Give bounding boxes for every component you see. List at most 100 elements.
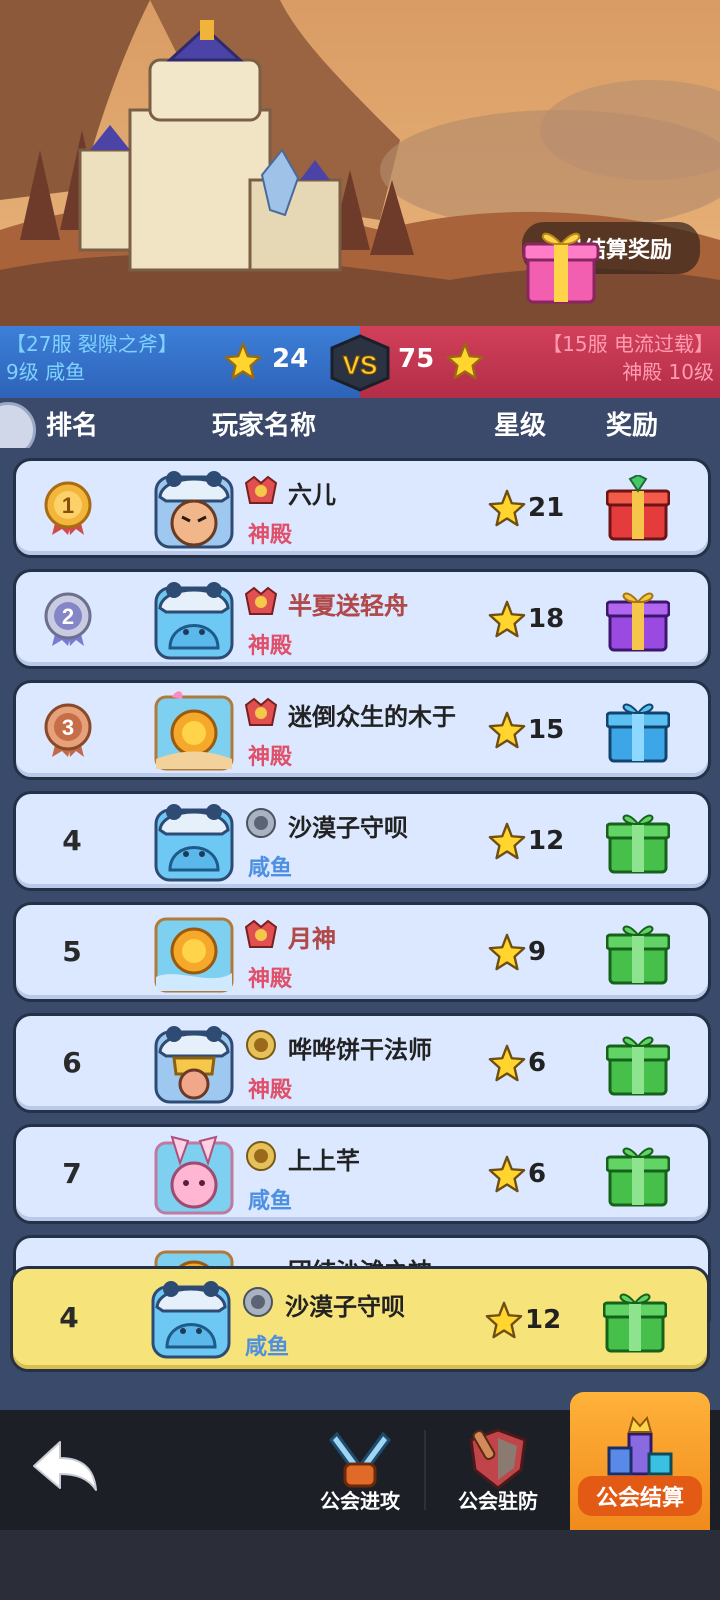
player-title: 神殿 bbox=[248, 967, 293, 992]
player-name: 沙漠子守呗 bbox=[288, 814, 408, 842]
rank-number: 5 bbox=[62, 935, 82, 968]
temple-rank-badge-icon bbox=[244, 697, 278, 726]
guild-settlement-label: 公会结算 bbox=[578, 1476, 702, 1516]
my-avatar bbox=[151, 1281, 231, 1359]
svg-text:3: 3 bbox=[62, 715, 74, 740]
star-count: 18 bbox=[528, 604, 565, 634]
player-avatar bbox=[154, 582, 234, 660]
guild-defense-label: 公会驻防 bbox=[458, 1489, 538, 1513]
player-name-column-label: 玩家名称 bbox=[212, 410, 317, 441]
temple-rank-badge-icon bbox=[244, 586, 278, 615]
player-title: 咸鱼 bbox=[248, 1189, 293, 1214]
red-gift-icon[interactable] bbox=[606, 475, 670, 541]
my-rank-number: 4 bbox=[59, 1301, 79, 1334]
green-gift-icon[interactable] bbox=[606, 919, 670, 985]
crossed-swords-icon bbox=[329, 1431, 391, 1488]
ranking-row[interactable]: 6 哗哗饼干法师 神殿 6 bbox=[13, 1013, 711, 1113]
star-icon bbox=[488, 711, 526, 749]
green-gift-icon[interactable] bbox=[606, 1141, 670, 1207]
guild-settlement-tab[interactable]: 公会结算 bbox=[570, 1392, 710, 1530]
star-count: 6 bbox=[528, 1048, 547, 1078]
own-guild-score: 24 bbox=[272, 344, 309, 374]
player-name: 月神 bbox=[288, 925, 336, 953]
enemy-guild-info: 神殿 10级 bbox=[622, 360, 714, 384]
star-icon bbox=[488, 600, 526, 638]
rank-number: 6 bbox=[62, 1046, 82, 1079]
vs-label: VS bbox=[343, 350, 378, 380]
podium-icon bbox=[607, 1415, 673, 1476]
player-avatar bbox=[154, 917, 234, 993]
castle-landscape-illustration bbox=[0, 0, 720, 330]
svg-text:2: 2 bbox=[62, 604, 74, 629]
star-icon bbox=[488, 822, 526, 860]
player-name: 上上芊 bbox=[288, 1147, 360, 1175]
own-guild-panel: 【27服 裂隙之斧】 9级 咸鱼 24 bbox=[0, 326, 360, 398]
star-count: 21 bbox=[528, 493, 565, 523]
enemy-guild-server: 【15服 电流过载】 bbox=[542, 332, 714, 356]
svg-text:1: 1 bbox=[62, 493, 74, 518]
player-avatar bbox=[154, 1135, 234, 1215]
player-title: 咸鱼 bbox=[248, 856, 293, 881]
salted-fish-rank-badge-icon bbox=[243, 1287, 273, 1317]
player-title: 神殿 bbox=[248, 745, 293, 770]
temple-rank-badge-icon bbox=[244, 919, 278, 948]
guild-attack-label: 公会进攻 bbox=[320, 1489, 400, 1513]
star-icon bbox=[488, 1044, 526, 1082]
stars-column-label: 星级 bbox=[494, 410, 547, 441]
green-gift-icon[interactable] bbox=[606, 808, 670, 874]
player-avatar bbox=[154, 804, 234, 882]
star-icon bbox=[224, 342, 262, 380]
nav-divider bbox=[424, 1430, 426, 1510]
silver-medal-icon: 2 bbox=[44, 592, 92, 646]
player-avatar bbox=[154, 471, 234, 549]
ranking-column-header: 排名 玩家名称 星级 奖励 bbox=[0, 398, 720, 448]
my-star-count: 12 bbox=[525, 1305, 562, 1335]
guild-attack-tab[interactable]: 公会进攻 bbox=[290, 1410, 430, 1530]
my-player-title: 咸鱼 bbox=[245, 1335, 290, 1360]
salted-fish-rank-badge-icon bbox=[246, 1141, 276, 1171]
green-gift-icon[interactable] bbox=[606, 1030, 670, 1096]
shield-icon bbox=[469, 1428, 527, 1490]
player-name: 迷倒众生的木于 bbox=[288, 703, 456, 731]
my-player-name: 沙漠子守呗 bbox=[285, 1293, 405, 1321]
own-guild-server: 【27服 裂隙之斧】 bbox=[6, 332, 178, 356]
purple-gift-icon[interactable] bbox=[606, 586, 670, 652]
ranking-row[interactable]: 3 迷倒众生的木于 神殿 15 bbox=[13, 680, 711, 780]
all-member-reward-button[interactable]: 全员结算奖励 bbox=[521, 222, 700, 304]
player-avatar bbox=[154, 691, 234, 771]
star-icon bbox=[485, 1301, 523, 1339]
ranking-row[interactable]: 4 沙漠子守呗 咸鱼 12 bbox=[13, 791, 711, 891]
my-ranking-row[interactable]: 4 沙漠子守呗 咸鱼 12 bbox=[10, 1266, 710, 1372]
star-count: 6 bbox=[528, 1159, 547, 1189]
ranking-row[interactable]: 5 月神 神殿 9 bbox=[13, 902, 711, 1002]
player-name: 半夏送轻舟 bbox=[288, 592, 408, 620]
pink-gift-icon bbox=[522, 232, 600, 304]
star-icon bbox=[446, 342, 484, 380]
star-icon bbox=[488, 933, 526, 971]
star-icon bbox=[488, 489, 526, 527]
reward-column-label: 奖励 bbox=[606, 410, 659, 441]
system-navigation-bar bbox=[0, 1530, 720, 1600]
guild-war-banner: 全员结算奖励 bbox=[0, 0, 720, 330]
player-avatar bbox=[154, 1026, 234, 1104]
gold-medal-icon: 1 bbox=[44, 481, 92, 535]
ranking-row[interactable]: 2 半夏送轻舟 神殿 18 bbox=[13, 569, 711, 669]
ranking-row[interactable]: 1 六儿 神殿 21 bbox=[13, 458, 711, 558]
rank-number: 7 bbox=[62, 1157, 82, 1190]
green-gift-icon[interactable] bbox=[603, 1287, 667, 1353]
star-count: 9 bbox=[528, 937, 547, 967]
own-guild-info: 9级 咸鱼 bbox=[6, 360, 86, 384]
back-arrow-icon[interactable] bbox=[30, 1436, 100, 1496]
player-title: 神殿 bbox=[248, 1078, 293, 1103]
star-count: 15 bbox=[528, 715, 565, 745]
bronze-medal-icon: 3 bbox=[44, 703, 92, 757]
player-name: 六儿 bbox=[288, 481, 336, 509]
player-title: 神殿 bbox=[248, 634, 293, 659]
star-icon bbox=[488, 1155, 526, 1193]
vs-badge: VS bbox=[330, 334, 390, 392]
rank-column-label: 排名 bbox=[46, 410, 99, 441]
blue-gift-icon[interactable] bbox=[606, 697, 670, 763]
ranking-row[interactable]: 7 上上芊 咸鱼 6 bbox=[13, 1124, 711, 1224]
player-title: 神殿 bbox=[248, 523, 293, 548]
guild-defense-tab[interactable]: 公会驻防 bbox=[428, 1410, 568, 1530]
